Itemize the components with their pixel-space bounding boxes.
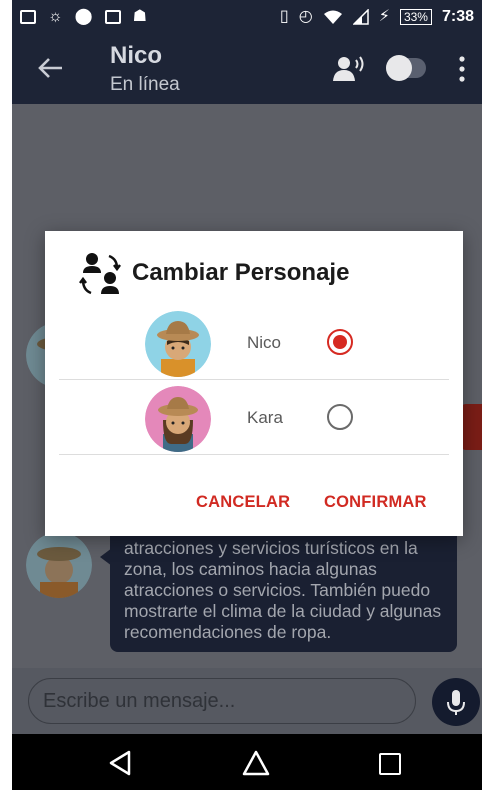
image-icon [20,10,36,24]
vibrate-icon: ▯ [279,8,289,25]
bot-message-bubble: atracciones y servicios turísticos en la… [100,524,457,652]
character-option-kara[interactable]: Kara [59,380,449,455]
avatar [145,311,211,377]
kara-avatar-icon [145,386,211,452]
nico-avatar-icon [145,311,211,377]
contact-status: En línea [110,74,180,95]
avatar [145,386,211,452]
contact-name: Nico [110,42,163,69]
share-icon: ⬤ [74,8,93,25]
voice-toggle[interactable] [386,55,426,81]
radio-unselected[interactable] [327,404,353,430]
clock: 7:38 [441,8,474,25]
microphone-icon [447,690,465,715]
character-option-nico[interactable]: Nico [59,305,449,380]
message-input[interactable] [28,678,416,724]
bulb-icon: ☼ [48,8,63,25]
wifi-icon [323,10,342,24]
arrow-back-icon[interactable] [36,54,64,82]
status-bar: ☼ ⬤ ☗ ▯ ◴ ⚡ 33% 7:38 [12,0,482,34]
toggle-knob [386,55,412,81]
nav-home-icon[interactable] [242,750,270,776]
app-icon [104,10,121,24]
more-vert-icon[interactable] [458,56,466,82]
voice-person-icon[interactable] [332,54,366,82]
mic-button[interactable] [432,678,480,726]
option-label: Kara [247,408,283,427]
nav-recents-icon[interactable] [379,753,401,775]
confirm-button[interactable]: CONFIRMAR [324,493,427,512]
radio-selected[interactable] [327,329,353,355]
option-label: Nico [247,333,282,352]
signal-icon [352,9,369,25]
charging-icon: ⚡ [378,8,390,25]
swap-characters-icon [79,253,121,295]
nav-back-icon[interactable] [108,750,132,776]
battery-level: 33% [399,9,432,25]
dialog-title: Cambiar Personaje [132,259,350,286]
android-icon: ☗ [132,8,147,25]
app-bar: Nico En línea [12,34,482,104]
change-character-dialog: Cambiar Personaje Nico Kara CANCELAR CON… [45,231,463,536]
navigation-bar [12,734,482,790]
character-avatar-icon [26,532,92,598]
alarm-icon: ◴ [298,8,313,25]
input-bar [12,668,482,734]
user-message-bubble [460,404,482,450]
cancel-button[interactable]: CANCELAR [196,493,290,512]
avatar [26,532,92,598]
